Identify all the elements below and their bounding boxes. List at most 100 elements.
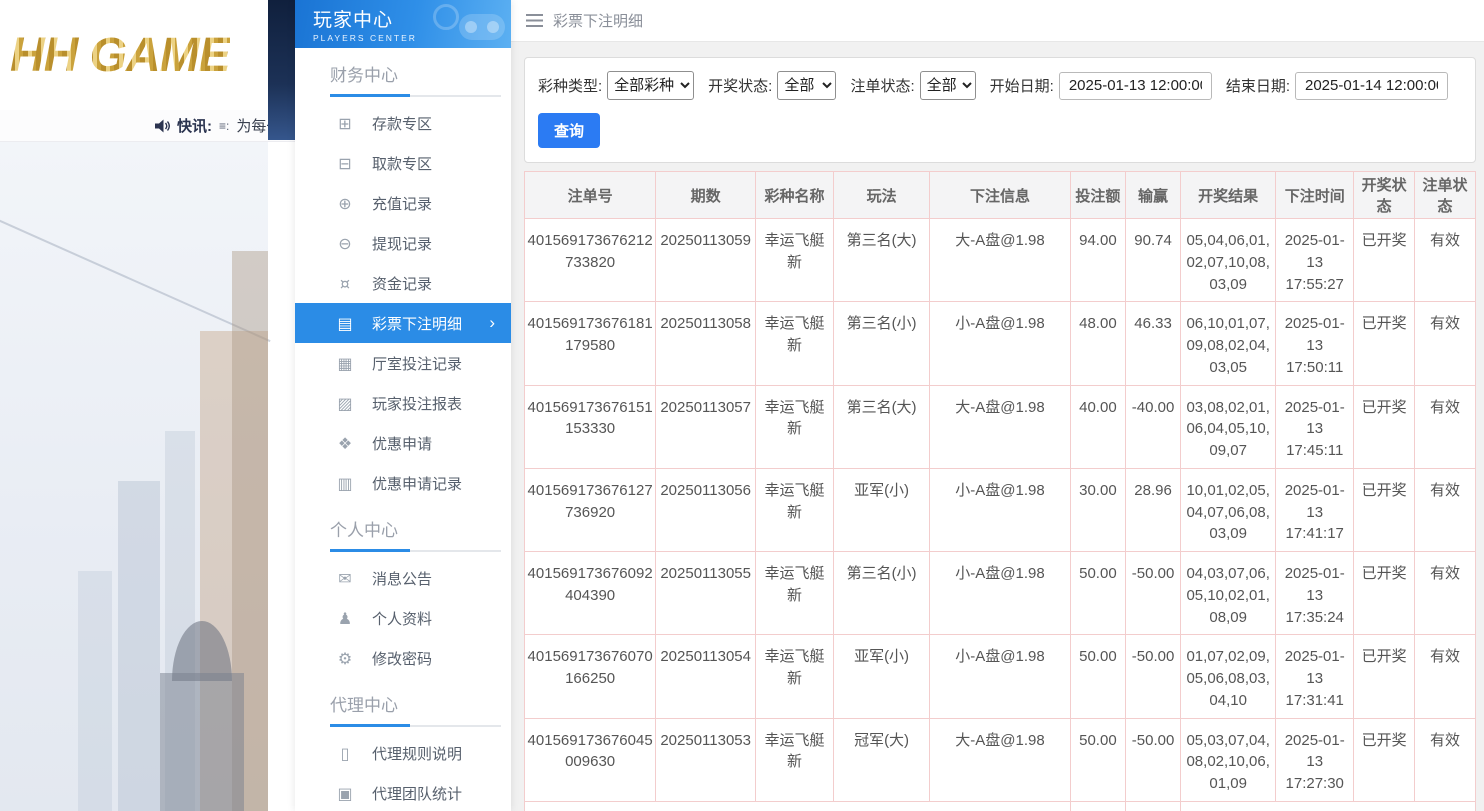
cell-order-status: 有效 xyxy=(1415,635,1476,718)
cell-play: 第三名(大) xyxy=(834,219,930,302)
cell-lottery-name: 幸运飞艇新 xyxy=(756,219,834,302)
gift-icon: ❖ xyxy=(335,434,355,453)
cell-period: 20250113057 xyxy=(656,385,756,468)
cell-bet-time: 2025-01-13 17:27:30 xyxy=(1276,718,1354,801)
cell-period: 20250113055 xyxy=(656,552,756,635)
cell-bet-amount: 48.00 xyxy=(1070,302,1125,385)
start-date-input[interactable] xyxy=(1059,72,1212,100)
sidebar-item-messages[interactable]: ✉ 消息公告 xyxy=(295,558,511,598)
sidebar-item-funds-record[interactable]: ¤ 资金记录 xyxy=(295,263,511,303)
bet-records-table-container: 注单号 期数 彩种名称 玩法 下注信息 投注额 输赢 开奖结果 下注时间 开奖状… xyxy=(524,171,1476,811)
sidebar-item-label: 厅室投注记录 xyxy=(372,353,462,374)
hamburger-menu-icon[interactable] xyxy=(526,14,543,27)
col-header-lottery-name: 彩种名称 xyxy=(756,172,834,219)
list-icon: ▤ xyxy=(335,314,355,333)
sidebar-item-withdraw-record[interactable]: ⊖ 提现记录 xyxy=(295,223,511,263)
cell-bet-info: 小-A盘@1.98 xyxy=(930,635,1071,718)
cell-draw-status: 已开奖 xyxy=(1354,718,1415,801)
sidebar-item-label: 提现记录 xyxy=(372,233,432,254)
cell-play: 冠军(大) xyxy=(834,718,930,801)
sidebar-item-recharge-record[interactable]: ⊕ 充值记录 xyxy=(295,183,511,223)
sidebar-item-change-password[interactable]: ⚙ 修改密码 xyxy=(295,638,511,678)
sidebar-item-profile[interactable]: ♟ 个人资料 xyxy=(295,598,511,638)
col-header-draw-status: 开奖状态 xyxy=(1354,172,1415,219)
bell-icon: ✉ xyxy=(335,569,355,588)
section-title-personal: 个人中心 xyxy=(330,516,511,541)
circle-decor xyxy=(433,4,459,30)
cell-play: 第三名(小) xyxy=(834,552,930,635)
sidebar-item-label: 代理规则说明 xyxy=(372,743,462,764)
cell-lottery-name: 幸运飞艇新 xyxy=(756,468,834,551)
table-row: 401569173676127736920 20250113056 幸运飞艇新 … xyxy=(525,468,1476,551)
cell-bet-amount: 50.00 xyxy=(1070,552,1125,635)
cell-win-loss: 28.96 xyxy=(1125,468,1180,551)
cell-order-id: 401569173676070166250 xyxy=(525,635,656,718)
bridge-cable-decor xyxy=(0,202,271,342)
lottery-type-label: 彩种类型: xyxy=(538,75,602,96)
cell-order-id: 401569173676127736920 xyxy=(525,468,656,551)
filter-row: 彩种类型: 全部彩种 开奖状态: 全部 注单状态: 全部 开始日期: 结束日期: xyxy=(538,71,1462,100)
dome-top-decor xyxy=(172,621,232,681)
cell-order-status: 有效 xyxy=(1415,468,1476,551)
gear-icon: ⚙ xyxy=(335,649,355,668)
chevron-right-icon: › xyxy=(489,313,495,333)
cell-bet-amount: 94.00 xyxy=(1070,219,1125,302)
capitol-dome-decor xyxy=(150,621,254,811)
draw-status-select[interactable]: 全部 xyxy=(777,71,836,100)
sidebar-item-agent-team-stats[interactable]: ▣ 代理团队统计 xyxy=(295,773,511,811)
section-underline xyxy=(330,95,501,97)
lottery-type-select[interactable]: 全部彩种 xyxy=(607,71,694,100)
section-title-finance: 财务中心 xyxy=(330,61,511,86)
cell-win-loss: -50.00 xyxy=(1125,552,1180,635)
cell-order-status: 有效 xyxy=(1415,385,1476,468)
end-date-input[interactable] xyxy=(1295,72,1448,100)
start-date-label: 开始日期: xyxy=(990,75,1054,96)
summary-empty xyxy=(1181,801,1476,811)
cell-bet-time: 2025-01-13 17:55:27 xyxy=(1276,219,1354,302)
sidebar-item-withdraw[interactable]: ⊟ 取款专区 xyxy=(295,143,511,183)
sidebar-item-lottery-bet-detail[interactable]: ▤ 彩票下注明细 › xyxy=(295,303,511,343)
bet-records-table: 注单号 期数 彩种名称 玩法 下注信息 投注额 输赢 开奖结果 下注时间 开奖状… xyxy=(524,171,1476,811)
table-row: 401569173676181179580 20250113058 幸运飞艇新 … xyxy=(525,302,1476,385)
cell-order-status: 有效 xyxy=(1415,219,1476,302)
sidebar-item-label: 资金记录 xyxy=(372,273,432,294)
topbar: 彩票下注明细 xyxy=(511,0,1484,42)
main-content: 彩票下注明细 彩种类型: 全部彩种 开奖状态: 全部 注单状态: 全部 xyxy=(511,0,1484,811)
sidebar-item-promo-apply[interactable]: ❖ 优惠申请 xyxy=(295,423,511,463)
cell-play: 第三名(小) xyxy=(834,302,930,385)
sidebar-item-label: 个人资料 xyxy=(372,608,432,629)
order-status-select[interactable]: 全部 xyxy=(920,71,976,100)
cell-bet-info: 小-A盘@1.98 xyxy=(930,302,1071,385)
sidebar-item-label: 玩家投注报表 xyxy=(372,393,462,414)
cell-period: 20250113058 xyxy=(656,302,756,385)
cell-win-loss: 46.33 xyxy=(1125,302,1180,385)
cell-order-id: 401569173676045009630 xyxy=(525,718,656,801)
sidebar-item-agent-rules[interactable]: ▯ 代理规则说明 xyxy=(295,733,511,773)
list-check-icon: ▦ xyxy=(335,354,355,373)
cell-bet-time: 2025-01-13 17:50:11 xyxy=(1276,302,1354,385)
background-region: HH GAME 快讯: ≡: 为每一 xyxy=(0,0,295,811)
cell-lottery-name: 幸运飞艇新 xyxy=(756,635,834,718)
speaker-icon xyxy=(155,119,170,133)
sidebar-item-deposit[interactable]: ⊞ 存款专区 xyxy=(295,103,511,143)
search-button[interactable]: 查询 xyxy=(538,113,600,148)
cell-lottery-name: 幸运飞艇新 xyxy=(756,718,834,801)
hand-money-icon: ⊟ xyxy=(335,154,355,173)
table-row: 401569173676092404390 20250113055 幸运飞艇新 … xyxy=(525,552,1476,635)
cell-play: 第三名(大) xyxy=(834,385,930,468)
site-logo[interactable]: HH GAME xyxy=(10,28,230,83)
cell-bet-info: 大-A盘@1.98 xyxy=(930,385,1071,468)
cell-bet-info: 大-A盘@1.98 xyxy=(930,718,1071,801)
coin-icon: ¤ xyxy=(335,274,355,293)
sidebar-item-promo-apply-record[interactable]: ▥ 优惠申请记录 xyxy=(295,463,511,503)
col-header-order-status: 注单状态 xyxy=(1415,172,1476,219)
cell-bet-time: 2025-01-13 17:45:11 xyxy=(1276,385,1354,468)
chart-icon: ▨ xyxy=(335,394,355,413)
cell-period: 20250113054 xyxy=(656,635,756,718)
sidebar-item-room-bet-record[interactable]: ▦ 厅室投注记录 xyxy=(295,343,511,383)
cell-draw-status: 已开奖 xyxy=(1354,219,1415,302)
table-header-row: 注单号 期数 彩种名称 玩法 下注信息 投注额 输赢 开奖结果 下注时间 开奖状… xyxy=(525,172,1476,219)
table-row: 401569173676212733820 20250113059 幸运飞艇新 … xyxy=(525,219,1476,302)
book-icon: ▣ xyxy=(335,784,355,803)
sidebar-item-player-bet-report[interactable]: ▨ 玩家投注报表 xyxy=(295,383,511,423)
